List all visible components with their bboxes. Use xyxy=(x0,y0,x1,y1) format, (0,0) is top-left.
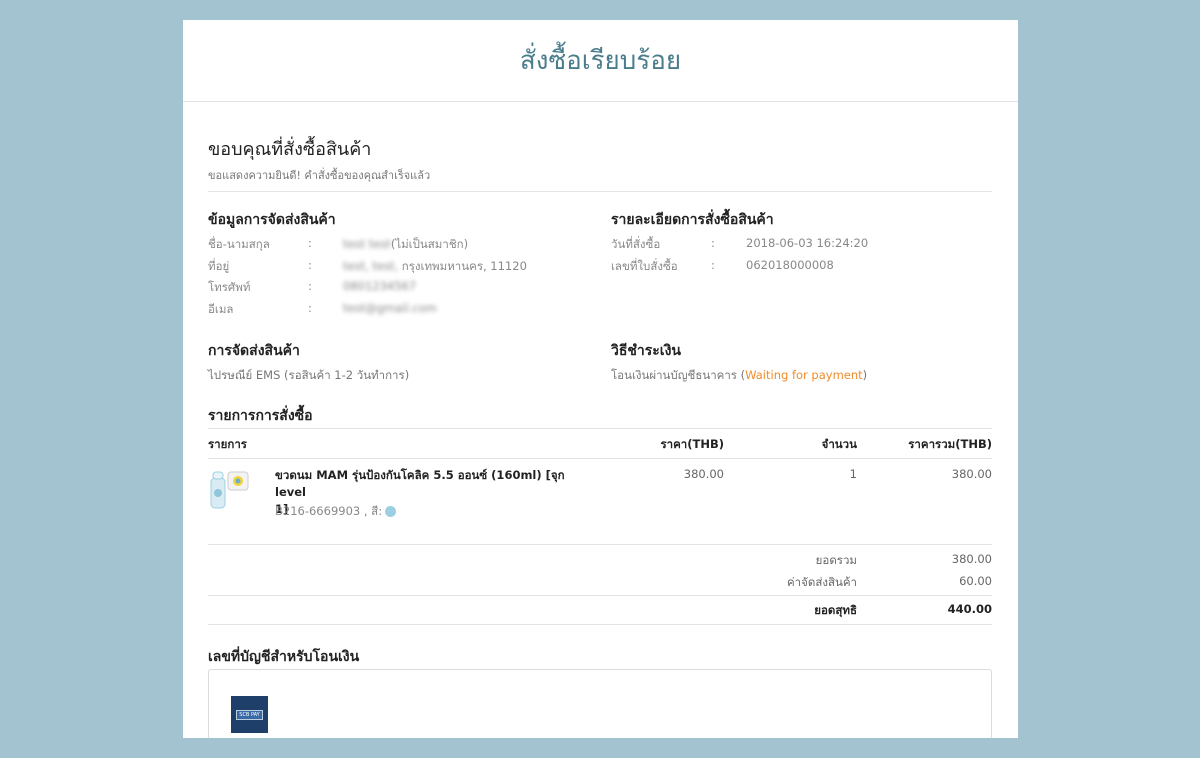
product-color-swatch xyxy=(385,506,397,517)
col-total: ราคารวม(THB) xyxy=(908,437,992,451)
address-city: กรุงเทพมหานคร, 11120 xyxy=(398,259,527,273)
colon: : xyxy=(711,236,715,250)
payment-title: วิธีชำระเงิน xyxy=(611,343,681,359)
delivery-method: ไปรษณีย์ EMS (รอสินค้า 1-2 วันทำการ) xyxy=(208,368,410,382)
page-title: สั่งซื้อเรียบร้อย xyxy=(519,46,682,76)
delivery-title: การจัดส่งสินค้า xyxy=(208,343,300,359)
col-price: ราคา(THB) xyxy=(660,437,724,451)
bank-logo-text: SCB PAY xyxy=(236,709,263,720)
member-status: (ไม่เป็นสมาชิก) xyxy=(390,237,469,251)
shipping-name-row: ชื่อ-นามสกุล : test test(ไม่เป็นสมาชิก) xyxy=(208,236,588,256)
shipping-phone-label: โทรศัพท์ xyxy=(208,280,251,294)
order-date-label: วันที่สั่งซื้อ xyxy=(611,237,661,251)
subtotal-value: 380.00 xyxy=(951,552,992,566)
bank-account-box: SCB PAY xyxy=(208,669,992,738)
colon: : xyxy=(308,236,312,250)
product-sku: B216-6669903 , สี: xyxy=(275,503,397,521)
order-number-value: 062018000008 xyxy=(746,258,834,272)
bank-logo[interactable]: SCB PAY xyxy=(231,696,268,733)
product-total: 380.00 xyxy=(951,467,992,481)
blurred-address: test, test, xyxy=(343,259,399,273)
order-date-value: 2018-06-03 16:24:20 xyxy=(746,236,869,250)
table-row: ขวดนม MAM รุ่นป้องกันโคลิค 5.5 ออนซ์ (16… xyxy=(208,458,992,524)
divider xyxy=(208,544,992,545)
shipping-phone-row: โทรศัพท์ : 0801234567 xyxy=(208,279,588,299)
panel-header: สั่งซื้อเรียบร้อย xyxy=(183,20,1018,102)
payment-method-text: โอนเงินผ่านบัญชีธนาคาร ( xyxy=(611,368,746,382)
col-item: รายการ xyxy=(208,437,247,451)
shipping-address-label: ที่อยู่ xyxy=(208,259,230,273)
summary-block: ยอดรวม 380.00 ค่าจัดส่งสินค้า 60.00 xyxy=(208,552,992,596)
thanks-subtitle: ขอแสดงความยินดี! คำสั่งซื้อของคุณสำเร็จแ… xyxy=(208,169,431,182)
colon: : xyxy=(308,279,312,293)
blurred-name: test test xyxy=(343,237,391,251)
shipping-email-value: test@gmail.com xyxy=(343,301,437,315)
thanks-title: ขอบคุณที่สั่งซื้อสินค้า xyxy=(208,139,372,160)
divider xyxy=(208,428,992,429)
payment-status: Waiting for payment xyxy=(745,368,863,382)
divider xyxy=(208,595,992,596)
shipping-name-value: test test(ไม่เป็นสมาชิก) xyxy=(343,236,468,254)
divider xyxy=(208,191,992,192)
order-date-row: วันที่สั่งซื้อ : 2018-06-03 16:24:20 xyxy=(611,236,991,256)
payment-close: ) xyxy=(862,368,868,382)
order-success-panel: สั่งซื้อเรียบร้อย ขอบคุณที่สั่งซื้อสินค้… xyxy=(183,20,1018,738)
order-number-label: เลขที่ใบสั่งซื้อ xyxy=(611,259,678,273)
order-details-title: รายละเอียดการสั่งซื้อสินค้า xyxy=(611,212,774,228)
net-total-row: ยอดสุทธิ 440.00 xyxy=(208,602,992,622)
col-qty: จำนวน xyxy=(821,437,857,451)
product-price: 380.00 xyxy=(683,467,724,481)
payment-method: โอนเงินผ่านบัญชีธนาคาร (Waiting for paym… xyxy=(611,367,867,385)
net-total-value: 440.00 xyxy=(947,602,992,616)
divider xyxy=(208,624,992,625)
shipping-address-value: test, test, กรุงเทพมหานคร, 11120 xyxy=(343,258,527,276)
net-total-label: ยอดสุทธิ xyxy=(814,603,857,617)
shipping-fee-label: ค่าจัดส่งสินค้า xyxy=(786,575,857,589)
shipping-fee-value: 60.00 xyxy=(959,574,992,588)
bank-account-title: เลขที่บัญชีสำหรับโอนเงิน xyxy=(208,649,360,665)
product-qty: 1 xyxy=(849,467,857,481)
colon: : xyxy=(308,301,312,315)
colon: : xyxy=(711,258,715,272)
product-image[interactable] xyxy=(208,468,250,512)
shipping-email-label: อีเมล xyxy=(208,302,234,316)
product-name-line1: ขวดนม MAM รุ่นป้องกันโคลิค 5.5 ออนซ์ (16… xyxy=(275,468,565,499)
shipping-email-row: อีเมล : test@gmail.com xyxy=(208,301,588,321)
shipping-phone-value: 0801234567 xyxy=(343,279,417,293)
order-number-row: เลขที่ใบสั่งซื้อ : 062018000008 xyxy=(611,258,991,278)
table-header: รายการ ราคา(THB) จำนวน ราคารวม(THB) xyxy=(208,436,992,456)
order-list-title: รายการการสั่งซื้อ xyxy=(208,408,313,424)
product-sku-text: B216-6669903 , สี: xyxy=(275,504,383,518)
shipping-name-label: ชื่อ-นามสกุล xyxy=(208,237,270,251)
colon: : xyxy=(308,258,312,272)
shipping-address-row: ที่อยู่ : test, test, กรุงเทพมหานคร, 111… xyxy=(208,258,588,278)
subtotal-label: ยอดรวม xyxy=(815,553,857,567)
shipping-info-title: ข้อมูลการจัดส่งสินค้า xyxy=(208,212,336,228)
